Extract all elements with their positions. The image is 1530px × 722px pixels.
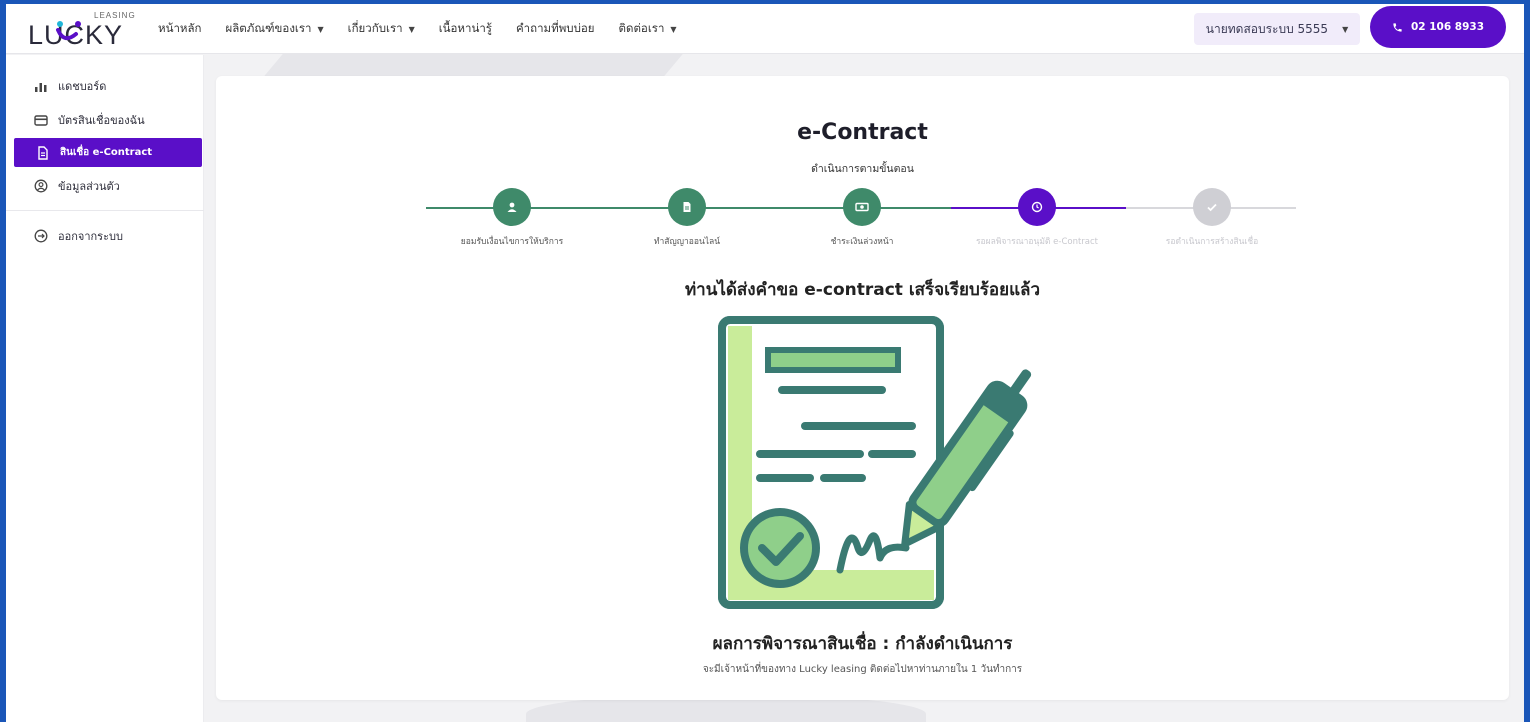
document-icon <box>683 202 691 212</box>
econtract-card: e-Contract ดำเนินการตามขั้นตอน ยอมรับเงื… <box>216 76 1509 700</box>
nav-label: ผลิตภัณฑ์ของเรา <box>225 21 312 35</box>
step-online-contract: ทำสัญญาออนไลน์ <box>597 186 777 248</box>
step-label: ทำสัญญาออนไลน์ <box>653 237 721 247</box>
success-headline: ท่านได้ส่งคำขอ e-contract เสร็จเรียบร้อย… <box>684 280 1041 300</box>
caret-down-icon: ▼ <box>670 24 677 34</box>
nav-faq[interactable]: คำถามที่พบบ่อย <box>516 20 595 38</box>
phone-number: 02 106 8933 <box>1410 21 1485 33</box>
user-dropdown[interactable]: นายทดสอบระบบ 5555 ▼ <box>1194 13 1360 45</box>
signed-contract-illustration <box>718 316 1032 609</box>
user-name: นายทดสอบระบบ 5555 <box>1205 21 1329 36</box>
clock-icon <box>1031 201 1043 213</box>
nav-label: เนื้อหาน่ารู้ <box>438 21 492 35</box>
sidebar-divider <box>6 210 204 211</box>
nav-products[interactable]: ผลิตภัณฑ์ของเรา ▼ <box>226 20 324 38</box>
step-label: รอผลพิจารณาอนุมัติ e-Contract <box>975 237 1099 247</box>
caret-down-icon: ▼ <box>408 24 415 34</box>
nav-label: คำถามที่พบบ่อย <box>515 21 595 35</box>
step-accept-terms: ยอมรับเงื่อนไขการให้บริการ <box>422 186 602 248</box>
nav-articles[interactable]: เนื้อหาน่ารู้ <box>439 20 492 38</box>
page-subtitle: ดำเนินการตามขั้นตอน <box>811 163 914 175</box>
page-title: e-Contract <box>797 120 928 145</box>
step-label: ยอมรับเงื่อนไขการให้บริการ <box>460 237 564 247</box>
main-nav: หน้าหลัก ผลิตภัณฑ์ของเรา ▼ เกี่ยวกับเรา ▼ … <box>158 4 701 54</box>
credit-result-status: ผลการพิจารณาสินเชื่อ : กำลังดำเนินการ <box>712 634 1013 654</box>
sidebar-item-dashboard[interactable]: แดชบอร์ด <box>14 71 202 100</box>
sidebar-item-label: แดชบอร์ด <box>58 79 107 93</box>
app-frame: LUCKY LEASING หน้าหลัก ผลิตภัณฑ์ของเรา ▼ … <box>6 4 1524 722</box>
sidebar: แดชบอร์ด บัตรสินเชื่อของฉัน สินเชื่อ e-C… <box>6 55 204 722</box>
sidebar-item-econtract[interactable]: สินเชื่อ e-Contract <box>14 138 202 167</box>
progress-stepper: ยอมรับเงื่อนไขการให้บริการ ทำสัญญาออนไลน… <box>426 186 1306 256</box>
nav-label: ติดต่อเรา <box>618 21 665 35</box>
step-dot <box>1193 188 1231 226</box>
sidebar-item-label: สินเชื่อ e-Contract <box>60 147 153 158</box>
sidebar-item-my-cards[interactable]: บัตรสินเชื่อของฉัน <box>14 105 202 134</box>
check-icon <box>1207 203 1217 212</box>
step-label: ชำระเงินล่วงหน้า <box>830 237 894 247</box>
sidebar-item-label: ออกจากระบบ <box>58 229 123 243</box>
user-circle-icon <box>34 179 48 192</box>
logo-subtext: LEASING <box>94 11 136 20</box>
nav-home[interactable]: หน้าหลัก <box>158 20 202 38</box>
contact-note: จะมีเจ้าหน้าที่ของทาง Lucky leasing ติดต… <box>702 664 1023 675</box>
nav-contact[interactable]: ติดต่อเรา ▼ <box>619 20 677 38</box>
logo-mark-icon <box>56 21 81 41</box>
logout-icon <box>34 229 48 242</box>
step-create-credit: รอดำเนินการสร้างสินเชื่อ <box>1122 186 1302 248</box>
step-dot <box>1018 188 1056 226</box>
user-icon <box>507 202 517 212</box>
sidebar-item-label: ข้อมูลส่วนตัว <box>58 179 120 193</box>
step-dot <box>493 188 531 226</box>
call-button[interactable]: 02 106 8933 <box>1370 6 1506 48</box>
logo[interactable]: LUCKY LEASING <box>28 10 140 50</box>
caret-down-icon: ▼ <box>1342 24 1349 34</box>
step-label: รอดำเนินการสร้างสินเชื่อ <box>1165 237 1259 247</box>
sidebar-item-logout[interactable]: ออกจากระบบ <box>14 221 202 250</box>
step-dot <box>843 188 881 226</box>
sidebar-item-profile[interactable]: ข้อมูลส่วนตัว <box>14 171 202 200</box>
step-prepayment: ชำระเงินล่วงหน้า <box>772 186 952 248</box>
card-icon <box>34 114 48 126</box>
chart-icon <box>35 82 47 92</box>
top-nav: LUCKY LEASING หน้าหลัก ผลิตภัณฑ์ของเรา ▼ … <box>6 4 1524 54</box>
document-icon <box>38 145 48 160</box>
step-dot <box>668 188 706 226</box>
phone-icon <box>1393 22 1402 32</box>
nav-about[interactable]: เกี่ยวกับเรา ▼ <box>348 20 415 38</box>
sidebar-item-label: บัตรสินเชื่อของฉัน <box>58 113 145 127</box>
step-awaiting-approval: รอผลพิจารณาอนุมัติ e-Contract <box>947 186 1127 248</box>
nav-label: หน้าหลัก <box>158 21 202 35</box>
money-icon <box>855 202 869 212</box>
caret-down-icon: ▼ <box>317 24 324 34</box>
nav-label: เกี่ยวกับเรา <box>347 21 403 35</box>
